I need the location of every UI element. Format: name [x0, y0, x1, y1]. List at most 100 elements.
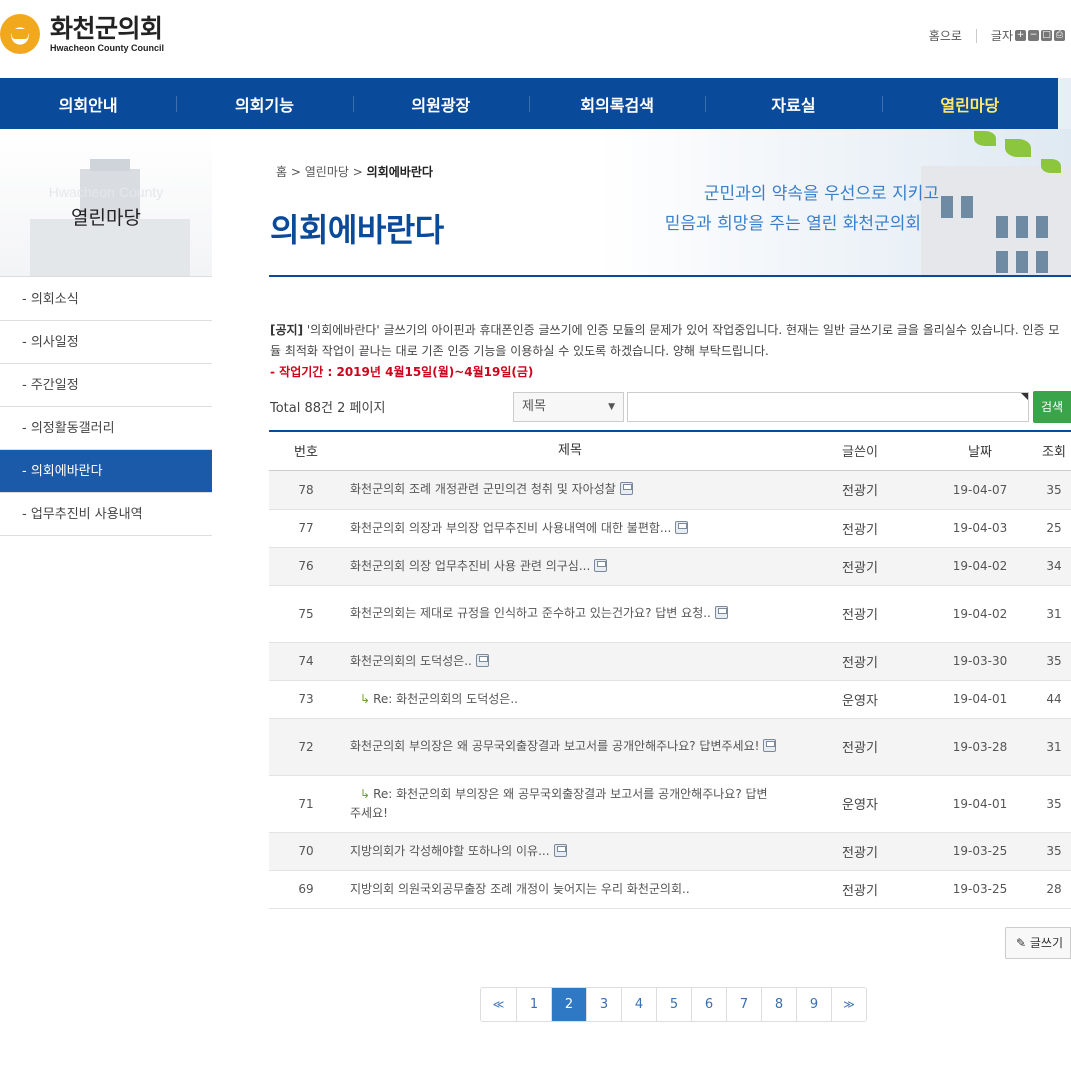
table-row[interactable]: 78 화천군의회 조례 개정관련 군민의견 청취 및 자아성찰 전광기 19-04-0… [269, 470, 1071, 510]
font-reset-icon[interactable]: □ [1041, 30, 1052, 41]
post-title-link[interactable]: Re: 화천군의회 부의장은 왜 공무국외출장결과 보고서를 공개안해주나요? … [350, 787, 768, 820]
next-page-button[interactable]: ≫ [831, 988, 866, 1021]
sidebar-item-wishes[interactable]: - 의회에바란다 [0, 450, 212, 493]
reply-arrow-icon: ↳ [360, 691, 371, 706]
table-row[interactable]: 73 ↳ Re: 화천군의회의 도덕성은.. 운영자 19-04-01 44 [269, 680, 1071, 719]
gnb-item-open-forum[interactable]: 열린마당 [881, 78, 1058, 129]
row-number: 73 [269, 680, 343, 719]
gnb-item-council-function[interactable]: 의회기능 [176, 78, 352, 129]
post-title-link[interactable]: 화천군의회 부의장은 왜 공무국외출장결과 보고서를 공개안해주나요? 답변주세… [350, 739, 759, 753]
table-row[interactable]: 74 화천군의회의 도덕성은.. 전광기 19-03-30 35 [269, 642, 1071, 681]
page-link[interactable]: 7 [726, 988, 761, 1021]
row-title-cell: 화천군의회 의장 업무추진비 사용 관련 의구심... [343, 547, 797, 586]
sidebar-item-schedule[interactable]: - 의사일정 [0, 321, 212, 364]
table-row[interactable]: 77 화천군의회 의장과 부의장 업무추진비 사용내역에 대한 불편함... 전광기… [269, 509, 1071, 548]
post-title-link[interactable]: Re: 화천군의회의 도덕성은.. [373, 692, 518, 706]
row-number: 69 [269, 870, 343, 909]
row-date: 19-04-03 [923, 509, 1037, 548]
page-link[interactable]: 3 [586, 988, 621, 1021]
row-views: 31 [1037, 585, 1071, 643]
row-number: 78 [269, 470, 343, 510]
attachment-file-icon [763, 739, 777, 752]
row-date: 19-03-30 [923, 642, 1037, 681]
post-title-link[interactable]: 지방의회가 각성해야할 또하나의 이유... [350, 844, 550, 858]
sidebar-item-gallery[interactable]: - 의정활동갤러리 [0, 407, 212, 450]
font-increase-icon[interactable]: + [1015, 30, 1026, 41]
prev-page-button[interactable]: ≪ [481, 988, 516, 1021]
sidebar-item-expenses[interactable]: - 업무추진비 사용내역 [0, 493, 212, 536]
row-title-cell: 화천군의회 조례 개정관련 군민의견 청취 및 자아성찰 [343, 470, 797, 510]
page-link[interactable]: 4 [621, 988, 656, 1021]
write-button[interactable]: ✎ 글쓰기 [1005, 927, 1071, 959]
search-input[interactable] [627, 392, 1029, 422]
breadcrumb-parent[interactable]: 열린마당 [305, 165, 349, 179]
table-row[interactable]: 72 화천군의회 부의장은 왜 공무국외출장결과 보고서를 공개안해주나요? 답변… [269, 718, 1071, 776]
row-title-cell: 지방의회가 각성해야할 또하나의 이유... [343, 832, 797, 871]
total-count: Total 88건 2 페이지 [270, 401, 386, 416]
table-row[interactable]: 76 화천군의회 의장 업무추진비 사용 관련 의구심... 전광기 19-04-02… [269, 547, 1071, 586]
page-link[interactable]: 6 [691, 988, 726, 1021]
row-views: 35 [1037, 832, 1071, 871]
row-number: 74 [269, 642, 343, 681]
page-link[interactable]: 5 [656, 988, 691, 1021]
table-header: 번호 제목 글쓴이 날짜 조회 [269, 430, 1071, 471]
main-navigation: 의회안내 의회기능 의원광장 회의록검색 자료실 열린마당 [0, 78, 1058, 129]
row-date: 19-03-25 [923, 832, 1037, 871]
post-title-link[interactable]: 화천군의회 조례 개정관련 군민의견 청취 및 자아성찰 [350, 482, 616, 496]
table-row[interactable]: 70 지방의회가 각성해야할 또하나의 이유... 전광기 19-03-25 35 [269, 832, 1071, 871]
row-number: 71 [269, 775, 343, 833]
home-link[interactable]: 홈으로 [929, 27, 962, 44]
table-row[interactable]: 75 화천군의회는 제대로 규정을 인식하고 준수하고 있는건가요? 답변 요청.… [269, 585, 1071, 643]
header-title: 제목 [343, 430, 797, 471]
sidebar-item-weekly-schedule[interactable]: - 주간일정 [0, 364, 212, 407]
sidebar-banner: Hwacheon County 열린마당 [0, 129, 212, 277]
attachment-file-icon [553, 843, 567, 857]
leaf-decoration [1005, 139, 1031, 157]
page-link[interactable]: 1 [516, 988, 551, 1021]
page-link[interactable]: 8 [761, 988, 796, 1021]
sidebar-item-council-news[interactable]: - 의회소식 [0, 278, 212, 321]
notice-period: - 작업기간 : 2019년 4월15일(월)~4월19일(금) [270, 365, 534, 379]
attachment-file-icon [675, 520, 689, 534]
post-title-link[interactable]: 화천군의회의 도덕성은.. [350, 654, 472, 668]
post-title-link[interactable]: 화천군의회 의장과 부의장 업무추진비 사용내역에 대한 불편함... [350, 521, 671, 535]
table-row[interactable]: 69 지방의회 의원국외공무출장 조례 개정이 늦어지는 우리 화천군의회.. 전광… [269, 870, 1071, 909]
row-number: 77 [269, 509, 343, 548]
breadcrumb-current: 의회에바란다 [366, 165, 433, 179]
table-row[interactable]: 71 ↳ Re: 화천군의회 부의장은 왜 공무국외출장결과 보고서를 공개안해주나… [269, 775, 1071, 833]
search-button[interactable]: 검색 [1033, 391, 1071, 423]
gnb-item-archive[interactable]: 자료실 [705, 78, 881, 129]
attachment-file-icon [619, 482, 633, 495]
site-logo[interactable]: 화천군의회 Hwacheon County Council [0, 14, 164, 54]
breadcrumb: 홈 > 열린마당 > 의회에바란다 [276, 165, 433, 179]
page-link-current[interactable]: 2 [551, 988, 586, 1021]
row-views: 31 [1037, 718, 1071, 776]
row-title-cell: 지방의회 의원국외공무출장 조례 개정이 늦어지는 우리 화천군의회.. [343, 870, 797, 909]
header-number: 번호 [269, 430, 343, 471]
divider [269, 275, 1071, 277]
row-title-cell: ↳ Re: 화천군의회의 도덕성은.. [343, 680, 797, 719]
row-date: 19-03-28 [923, 718, 1037, 776]
utility-menu: 홈으로 글자 + − □ ⎙ [929, 27, 1065, 44]
post-title-link[interactable]: 지방의회 의원국외공무출장 조례 개정이 늦어지는 우리 화천군의회.. [350, 882, 690, 896]
gnb-item-council-info[interactable]: 의회안내 [0, 78, 176, 129]
page-link[interactable]: 9 [796, 988, 831, 1021]
row-writer: 전광기 [797, 718, 923, 776]
print-icon[interactable]: ⎙ [1054, 30, 1065, 41]
logo-name-kr: 화천군의회 [50, 14, 163, 43]
search-field-select[interactable]: 제목 ▼ [513, 392, 624, 422]
row-title-cell: 화천군의회 부의장은 왜 공무국외출장결과 보고서를 공개안해주나요? 답변주세… [343, 718, 797, 776]
post-title-link[interactable]: 화천군의회는 제대로 규정을 인식하고 준수하고 있는건가요? 답변 요청.. [350, 606, 711, 620]
chevron-down-icon: ▼ [608, 402, 615, 412]
page-title: 의회에바란다 [270, 211, 444, 249]
post-title-link[interactable]: 화천군의회 의장 업무추진비 사용 관련 의구심... [350, 559, 590, 573]
row-writer: 전광기 [797, 470, 923, 510]
row-writer: 운영자 [797, 775, 923, 833]
font-decrease-icon[interactable]: − [1028, 30, 1039, 41]
gnb-item-members[interactable]: 의원광장 [352, 78, 529, 129]
pencil-icon: ✎ [1016, 936, 1027, 950]
row-date: 19-04-07 [923, 470, 1037, 510]
gnb-item-minutes-search[interactable]: 회의록검색 [528, 78, 705, 129]
row-writer: 전광기 [797, 832, 923, 871]
breadcrumb-home[interactable]: 홈 [276, 165, 287, 179]
